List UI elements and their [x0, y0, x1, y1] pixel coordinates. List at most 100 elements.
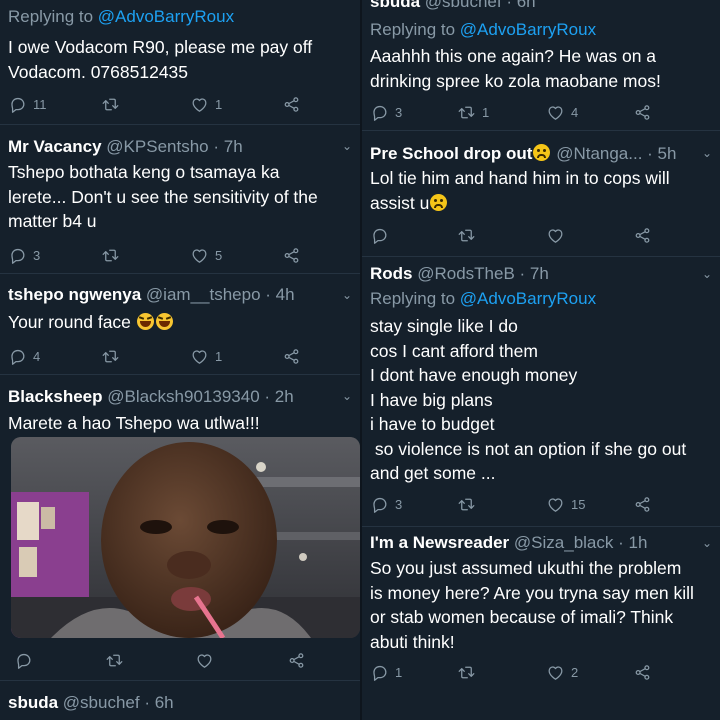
- retweet-button[interactable]: [101, 92, 126, 116]
- retweet-button[interactable]: [457, 492, 482, 516]
- reply-icon: [14, 651, 33, 670]
- share-button[interactable]: [633, 660, 652, 684]
- tweet[interactable]: Pre School drop out @Ntanga... · 5h ⌄ Lo…: [362, 131, 720, 257]
- retweet-button[interactable]: 1: [457, 100, 489, 124]
- share-icon: [282, 95, 301, 114]
- tweet-text-line: Your round face: [8, 310, 352, 335]
- author-handle[interactable]: @Blacksh90139340: [107, 387, 259, 406]
- like-button[interactable]: 5: [190, 243, 222, 267]
- share-button[interactable]: [287, 648, 306, 672]
- tweet[interactable]: Rods @RodsTheB · 7h ⌄ Replying to @AdvoB…: [362, 257, 720, 527]
- share-icon: [633, 495, 652, 514]
- reply-count: 1: [395, 664, 403, 680]
- retweet-icon: [457, 103, 476, 122]
- like-button[interactable]: [546, 223, 565, 247]
- tweet-actions: 4 1: [0, 344, 360, 368]
- author-handle[interactable]: @iam__tshepo: [146, 285, 261, 304]
- author-name[interactable]: sbuda: [8, 693, 58, 712]
- tweet[interactable]: sbuda @sbuchef · 6h Replying to @AdvoBar…: [362, 0, 720, 131]
- retweet-button[interactable]: [101, 344, 126, 368]
- chevron-down-icon[interactable]: ⌄: [342, 288, 352, 302]
- tweet-actions: 11 1: [0, 92, 360, 116]
- tweet-text-line: or stab women because of imali? Think: [370, 607, 674, 627]
- author-name[interactable]: I'm a Newsreader: [370, 533, 509, 552]
- reply-button[interactable]: [370, 223, 389, 247]
- tweet-actions: [0, 648, 360, 672]
- chevron-down-icon[interactable]: ⌄: [342, 389, 352, 403]
- like-count: 4: [571, 104, 579, 120]
- retweet-button[interactable]: [457, 660, 482, 684]
- reply-button[interactable]: 3: [370, 100, 402, 124]
- reply-button[interactable]: 11: [8, 92, 47, 116]
- retweet-count: 1: [482, 104, 490, 120]
- author-name[interactable]: Pre School drop out: [370, 144, 532, 163]
- retweet-icon: [457, 226, 476, 245]
- tweet-text-line: stay single like I do: [370, 316, 518, 336]
- replying-to: Replying to @AdvoBarryRoux: [8, 6, 234, 28]
- tweet-text-line: I have big plans: [370, 389, 493, 410]
- author-handle[interactable]: @sbuchef: [425, 0, 502, 11]
- author-handle[interactable]: @Siza_black: [514, 533, 613, 552]
- tweet-text-line: lerete... Don't u see the sensitivity of…: [8, 186, 318, 207]
- selfie-photo[interactable]: [11, 437, 360, 638]
- tweet-text-line: So you just assumed ukuthi the problem: [370, 558, 682, 578]
- tweet[interactable]: I'm a Newsreader @Siza_black · 1h ⌄ So y…: [362, 527, 720, 720]
- author-name[interactable]: Mr Vacancy: [8, 137, 102, 156]
- author-name[interactable]: Blacksheep: [8, 387, 103, 406]
- chevron-down-icon[interactable]: ⌄: [702, 146, 712, 160]
- heart-icon: [546, 226, 565, 245]
- selfie-photo-image: [11, 437, 360, 638]
- replying-handle-link[interactable]: @AdvoBarryRoux: [98, 7, 234, 26]
- author-name[interactable]: Rods: [370, 264, 413, 283]
- retweet-button[interactable]: [101, 243, 126, 267]
- share-button[interactable]: [282, 344, 301, 368]
- like-button[interactable]: 15: [546, 492, 585, 516]
- reply-icon: [370, 663, 389, 682]
- reply-button[interactable]: 1: [370, 660, 402, 684]
- tweet-header: sbuda @sbuchef · 6h: [8, 692, 336, 714]
- tweet-header: sbuda @sbuchef · 6h: [370, 0, 696, 13]
- reply-button[interactable]: 4: [8, 344, 40, 368]
- share-icon: [282, 347, 301, 366]
- tweet[interactable]: Replying to @AdvoBarryRoux I owe Vodacom…: [0, 0, 360, 125]
- tweet[interactable]: Mr Vacancy @KPSentsho · 7h ⌄ Tshepo both…: [0, 125, 360, 274]
- heart-icon: [195, 651, 214, 670]
- chevron-down-icon[interactable]: ⌄: [702, 267, 712, 281]
- tweet-text-line: I dont have enough money: [370, 365, 578, 385]
- share-icon: [633, 103, 652, 122]
- reply-button[interactable]: [14, 648, 33, 672]
- left-timeline[interactable]: Replying to @AdvoBarryRoux I owe Vodacom…: [0, 0, 360, 720]
- retweet-button[interactable]: [457, 223, 476, 247]
- retweet-button[interactable]: [105, 648, 124, 672]
- author-handle[interactable]: @Ntanga...: [556, 144, 642, 163]
- like-button[interactable]: 1: [190, 92, 222, 116]
- replying-handle-link[interactable]: @AdvoBarryRoux: [460, 289, 596, 308]
- share-button[interactable]: [633, 223, 652, 247]
- share-button[interactable]: [633, 100, 652, 124]
- author-handle[interactable]: @KPSentsho: [106, 137, 208, 156]
- replying-handle-link[interactable]: @AdvoBarryRoux: [460, 20, 596, 39]
- tweet-text-line: matter b4 u: [8, 211, 97, 231]
- tweet[interactable]: sbuda @sbuchef · 6h: [0, 681, 360, 720]
- separator-dot: ·: [501, 0, 517, 11]
- heart-icon: [546, 663, 565, 682]
- like-button[interactable]: 2: [546, 660, 578, 684]
- like-button[interactable]: 4: [546, 100, 578, 124]
- author-name[interactable]: tshepo ngwenya: [8, 285, 141, 304]
- tweet-time: 5h: [657, 144, 677, 163]
- like-button[interactable]: 1: [190, 344, 222, 368]
- reply-button[interactable]: 3: [370, 492, 402, 516]
- share-button[interactable]: [633, 492, 652, 516]
- right-timeline[interactable]: sbuda @sbuchef · 6h Replying to @AdvoBar…: [362, 0, 720, 720]
- chevron-down-icon[interactable]: ⌄: [702, 536, 712, 550]
- tweet[interactable]: tshepo ngwenya @iam__tshepo · 4h ⌄ Your …: [0, 274, 360, 375]
- chevron-down-icon[interactable]: ⌄: [342, 139, 352, 153]
- share-button[interactable]: [282, 92, 301, 116]
- like-button[interactable]: [195, 648, 214, 672]
- reply-button[interactable]: 3: [8, 243, 40, 267]
- author-name[interactable]: sbuda: [370, 0, 420, 11]
- share-button[interactable]: [282, 243, 301, 267]
- tweet-text: Your round face: [8, 310, 352, 335]
- author-handle[interactable]: @RodsTheB: [417, 264, 515, 283]
- author-handle[interactable]: @sbuchef: [63, 693, 140, 712]
